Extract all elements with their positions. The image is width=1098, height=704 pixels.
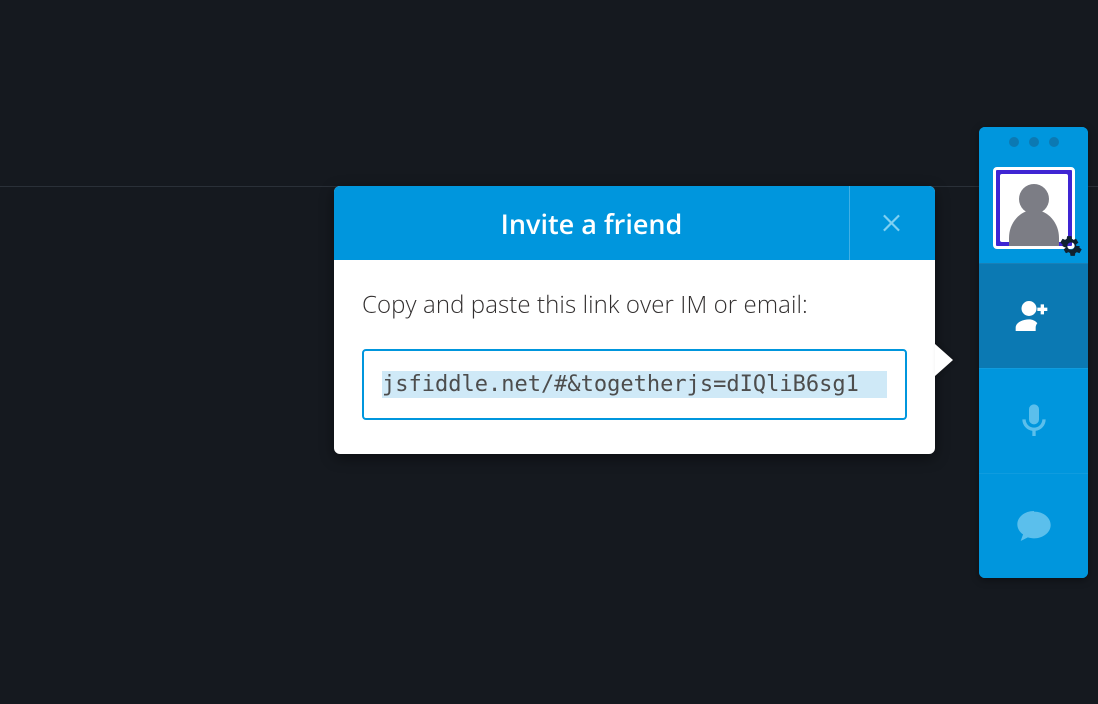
- dock-self-avatar[interactable]: [979, 157, 1088, 263]
- dock-chat-button[interactable]: [979, 473, 1088, 578]
- dock-audio-button[interactable]: [979, 368, 1088, 473]
- add-person-icon: [1014, 296, 1054, 336]
- chat-icon: [1014, 506, 1054, 546]
- collab-dock: [979, 127, 1088, 578]
- gear-icon[interactable]: [1060, 235, 1082, 257]
- modal-close-button[interactable]: [849, 186, 935, 260]
- close-icon: [880, 210, 906, 236]
- modal-pointer: [935, 344, 953, 376]
- dock-drag-handle[interactable]: [979, 127, 1088, 157]
- dock-dot-icon: [1009, 137, 1019, 147]
- modal-title: Invite a friend: [334, 186, 849, 260]
- share-link-text[interactable]: jsfiddle.net/#&togetherjs=dIQliB6sg1: [382, 371, 887, 398]
- share-link-box[interactable]: jsfiddle.net/#&togetherjs=dIQliB6sg1: [362, 349, 907, 420]
- dock-dot-icon: [1029, 137, 1039, 147]
- modal-header: Invite a friend: [334, 186, 935, 260]
- dock-invite-button[interactable]: [979, 263, 1088, 368]
- microphone-icon: [1014, 401, 1054, 441]
- invite-hint: Copy and paste this link over IM or emai…: [362, 288, 907, 321]
- dock-dot-icon: [1049, 137, 1059, 147]
- invite-modal: Invite a friend Copy and paste this link…: [334, 186, 935, 454]
- modal-body: Copy and paste this link over IM or emai…: [334, 260, 935, 454]
